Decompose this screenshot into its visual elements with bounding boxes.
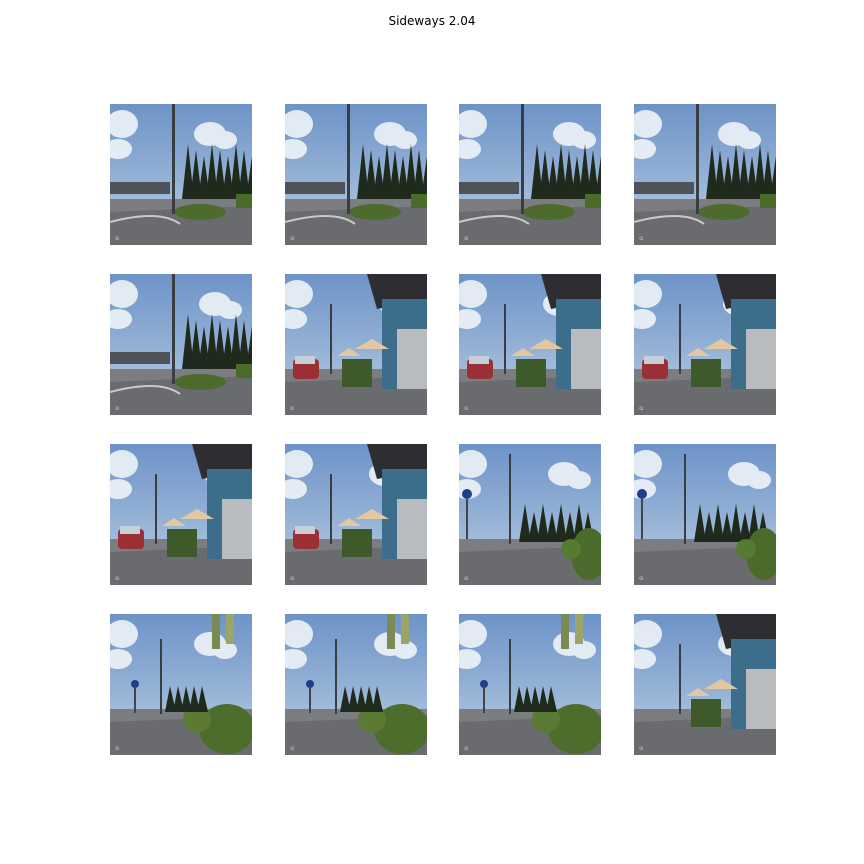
svg-text:⊙: ⊙ — [464, 576, 468, 582]
street-photo: ⊙ — [459, 444, 601, 585]
figure-title: Sideways 2.04 — [388, 14, 476, 28]
svg-text:⊙: ⊙ — [115, 746, 119, 752]
svg-text:⊙: ⊙ — [639, 746, 643, 752]
svg-text:⊙: ⊙ — [115, 576, 119, 582]
photo-frame: ⊙ — [634, 444, 776, 585]
photo-frame: ⊙ — [634, 614, 776, 755]
photo-frame: ⊙ — [285, 104, 427, 245]
photo-frame: ⊙ — [285, 274, 427, 415]
photo-frame: ⊙ — [285, 444, 427, 585]
street-photo: ⊙ — [634, 274, 776, 415]
photo-frame: ⊙ — [634, 274, 776, 415]
street-photo: ⊙ — [285, 614, 427, 755]
street-photo: ⊙ — [110, 104, 252, 245]
street-photo: ⊙ — [285, 104, 427, 245]
street-photo: ⊙ — [634, 104, 776, 245]
svg-text:⊙: ⊙ — [115, 236, 119, 242]
svg-text:⊙: ⊙ — [639, 236, 643, 242]
photo-frame: ⊙ — [110, 444, 252, 585]
street-photo: ⊙ — [110, 274, 252, 415]
svg-text:⊙: ⊙ — [464, 746, 468, 752]
svg-text:⊙: ⊙ — [464, 236, 468, 242]
street-photo: ⊙ — [285, 274, 427, 415]
street-photo: ⊙ — [634, 614, 776, 755]
street-photo: ⊙ — [459, 614, 601, 755]
photo-frame: ⊙ — [634, 104, 776, 245]
photo-frame: ⊙ — [110, 104, 252, 245]
svg-text:⊙: ⊙ — [639, 576, 643, 582]
svg-text:⊙: ⊙ — [290, 406, 294, 412]
street-photo: ⊙ — [459, 104, 601, 245]
svg-text:⊙: ⊙ — [115, 406, 119, 412]
svg-text:⊙: ⊙ — [464, 406, 468, 412]
svg-text:⊙: ⊙ — [290, 746, 294, 752]
photo-frame: ⊙ — [459, 614, 601, 755]
street-photo: ⊙ — [459, 274, 601, 415]
photo-frame: ⊙ — [459, 274, 601, 415]
photo-frame: ⊙ — [285, 614, 427, 755]
svg-text:⊙: ⊙ — [290, 236, 294, 242]
photo-frame: ⊙ — [459, 104, 601, 245]
svg-text:⊙: ⊙ — [290, 576, 294, 582]
photo-frame: ⊙ — [110, 274, 252, 415]
street-photo: ⊙ — [110, 614, 252, 755]
svg-text:⊙: ⊙ — [639, 406, 643, 412]
street-photo: ⊙ — [110, 444, 252, 585]
street-photo: ⊙ — [285, 444, 427, 585]
photo-frame: ⊙ — [459, 444, 601, 585]
street-photo: ⊙ — [634, 444, 776, 585]
photo-frame: ⊙ — [110, 614, 252, 755]
